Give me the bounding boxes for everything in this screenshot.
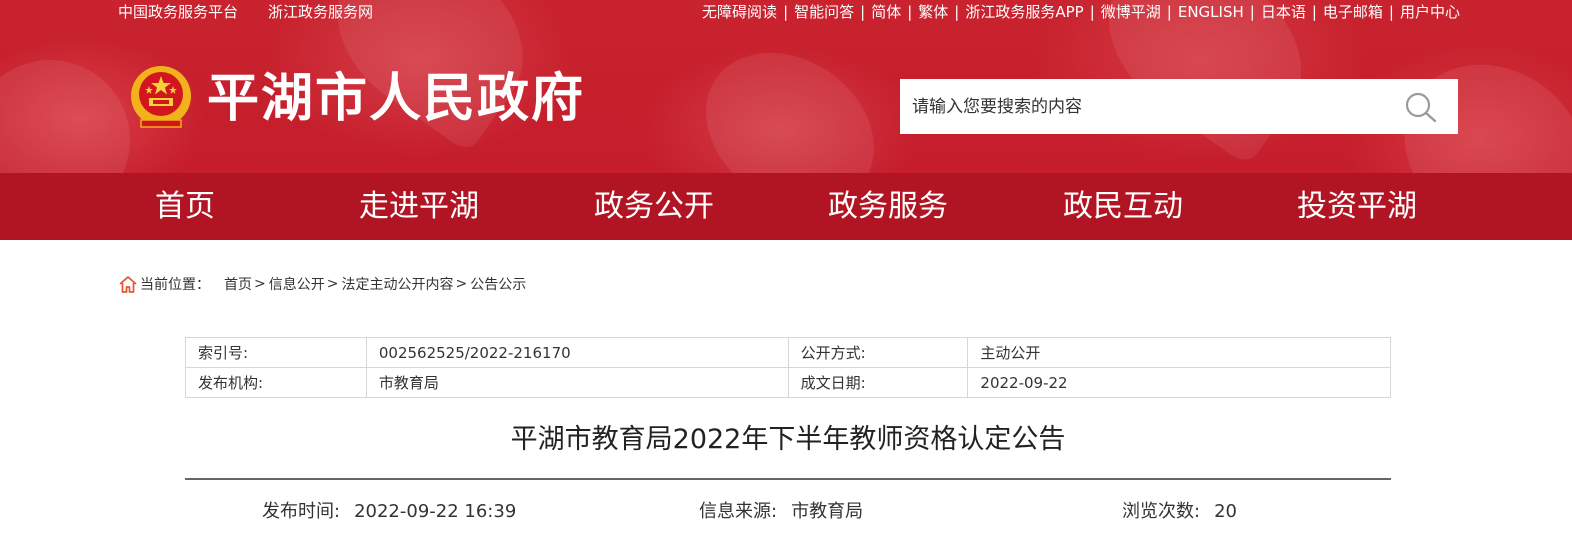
- separator: |: [1249, 2, 1255, 21]
- separator: |: [1388, 2, 1394, 21]
- table-row: 索引号: 002562525/2022-216170 公开方式: 主动公开: [185, 337, 1391, 368]
- breadcrumb-separator: >: [326, 276, 339, 292]
- separator: |: [907, 2, 913, 21]
- link-zhejiang-gov-service[interactable]: 浙江政务服务网: [268, 1, 373, 22]
- header-banner: 中国政务服务平台 浙江政务服务网 无障碍阅读 | 智能问答 | 简体 | 繁体 …: [0, 0, 1572, 173]
- view-count-label: 浏览次数:: [1122, 501, 1201, 522]
- nav-item-about-pinghu[interactable]: 走进平湖: [359, 173, 479, 240]
- link-user-center[interactable]: 用户中心: [1400, 1, 1460, 22]
- info-source: 信息来源: 市教育局: [699, 497, 863, 523]
- search-icon[interactable]: [1404, 91, 1438, 123]
- link-weibo[interactable]: 微博平湖: [1101, 1, 1161, 22]
- top-left-links: 中国政务服务平台 浙江政务服务网: [118, 1, 373, 22]
- meta-value-publisher: 市教育局: [365, 367, 789, 398]
- main-nav: 首页 走进平湖 政务公开 政务服务 政民互动 投资平湖: [0, 173, 1572, 240]
- separator: |: [1089, 2, 1095, 21]
- national-emblem-icon[interactable]: [127, 62, 195, 132]
- breadcrumb: 当前位置： 首页 > 信息公开 > 法定主动公开内容 > 公告公示: [118, 273, 526, 295]
- breadcrumb-info-public[interactable]: 信息公开: [269, 274, 325, 294]
- link-china-gov-service[interactable]: 中国政务服务平台: [118, 1, 238, 22]
- breadcrumb-label: 当前位置：: [140, 277, 210, 293]
- separator: |: [1311, 2, 1317, 21]
- nav-item-gov-affairs-public[interactable]: 政务公开: [594, 173, 714, 240]
- publish-time-label: 发布时间:: [262, 501, 341, 522]
- info-source-label: 信息来源:: [699, 501, 778, 522]
- background-leaf: [676, 21, 904, 173]
- link-smart-qa[interactable]: 智能问答: [794, 1, 854, 22]
- view-count-value: 20: [1214, 501, 1237, 522]
- view-count: 浏览次数: 20: [1122, 497, 1237, 523]
- info-source-value: 市教育局: [791, 501, 864, 522]
- separator: |: [860, 2, 866, 21]
- home-icon: [119, 275, 137, 293]
- meta-key-index-number: 索引号:: [185, 337, 367, 368]
- breadcrumb-announcements[interactable]: 公告公示: [470, 274, 526, 294]
- meta-key-publisher: 发布机构:: [185, 367, 367, 398]
- table-row: 发布机构: 市教育局 成文日期: 2022-09-22: [185, 367, 1391, 398]
- meta-value-document-date: 2022-09-22: [967, 367, 1391, 398]
- separator: |: [1166, 2, 1172, 21]
- title-divider: [185, 478, 1391, 480]
- meta-key-document-date: 成文日期:: [787, 367, 969, 398]
- search-input[interactable]: [900, 79, 1390, 134]
- link-simplified[interactable]: 简体: [871, 1, 901, 22]
- link-japanese[interactable]: 日本语: [1261, 1, 1306, 22]
- link-zhejiang-app[interactable]: 浙江政务服务APP: [965, 1, 1083, 22]
- nav-item-gov-services[interactable]: 政务服务: [828, 173, 948, 240]
- nav-item-investment[interactable]: 投资平湖: [1297, 173, 1417, 240]
- article-title: 平湖市教育局2022年下半年教师资格认定公告: [510, 424, 1066, 455]
- top-right-links: 无障碍阅读 | 智能问答 | 简体 | 繁体 | 浙江政务服务APP | 微博平…: [702, 1, 1460, 22]
- article-info-row: 发布时间: 2022-09-22 16:39 信息来源: 市教育局 浏览次数: 20: [0, 497, 1572, 523]
- separator: |: [783, 2, 789, 21]
- breadcrumb-home[interactable]: 首页: [224, 274, 252, 294]
- document-meta-table: 索引号: 002562525/2022-216170 公开方式: 主动公开 发布…: [185, 337, 1391, 398]
- link-english[interactable]: ENGLISH: [1178, 3, 1244, 21]
- nav-item-interaction[interactable]: 政民互动: [1063, 173, 1183, 240]
- meta-value-index-number: 002562525/2022-216170: [365, 337, 789, 368]
- breadcrumb-separator: >: [455, 276, 468, 292]
- meta-value-disclosure-method: 主动公开: [967, 337, 1391, 368]
- breadcrumb-separator: >: [254, 276, 266, 292]
- link-email[interactable]: 电子邮箱: [1323, 1, 1383, 22]
- publish-time-value: 2022-09-22 16:39: [354, 501, 517, 522]
- top-bar: 中国政务服务平台 浙江政务服务网 无障碍阅读 | 智能问答 | 简体 | 繁体 …: [0, 0, 1572, 22]
- link-accessible-reading[interactable]: 无障碍阅读: [702, 1, 777, 22]
- site-title[interactable]: 平湖市人民政府: [207, 66, 585, 132]
- meta-key-disclosure-method: 公开方式:: [787, 337, 969, 368]
- nav-item-home[interactable]: 首页: [155, 173, 215, 240]
- breadcrumb-statutory-content[interactable]: 法定主动公开内容: [341, 274, 453, 294]
- link-traditional[interactable]: 繁体: [918, 1, 948, 22]
- search-box: [900, 79, 1458, 134]
- separator: |: [954, 2, 960, 21]
- publish-time: 发布时间: 2022-09-22 16:39: [262, 497, 516, 523]
